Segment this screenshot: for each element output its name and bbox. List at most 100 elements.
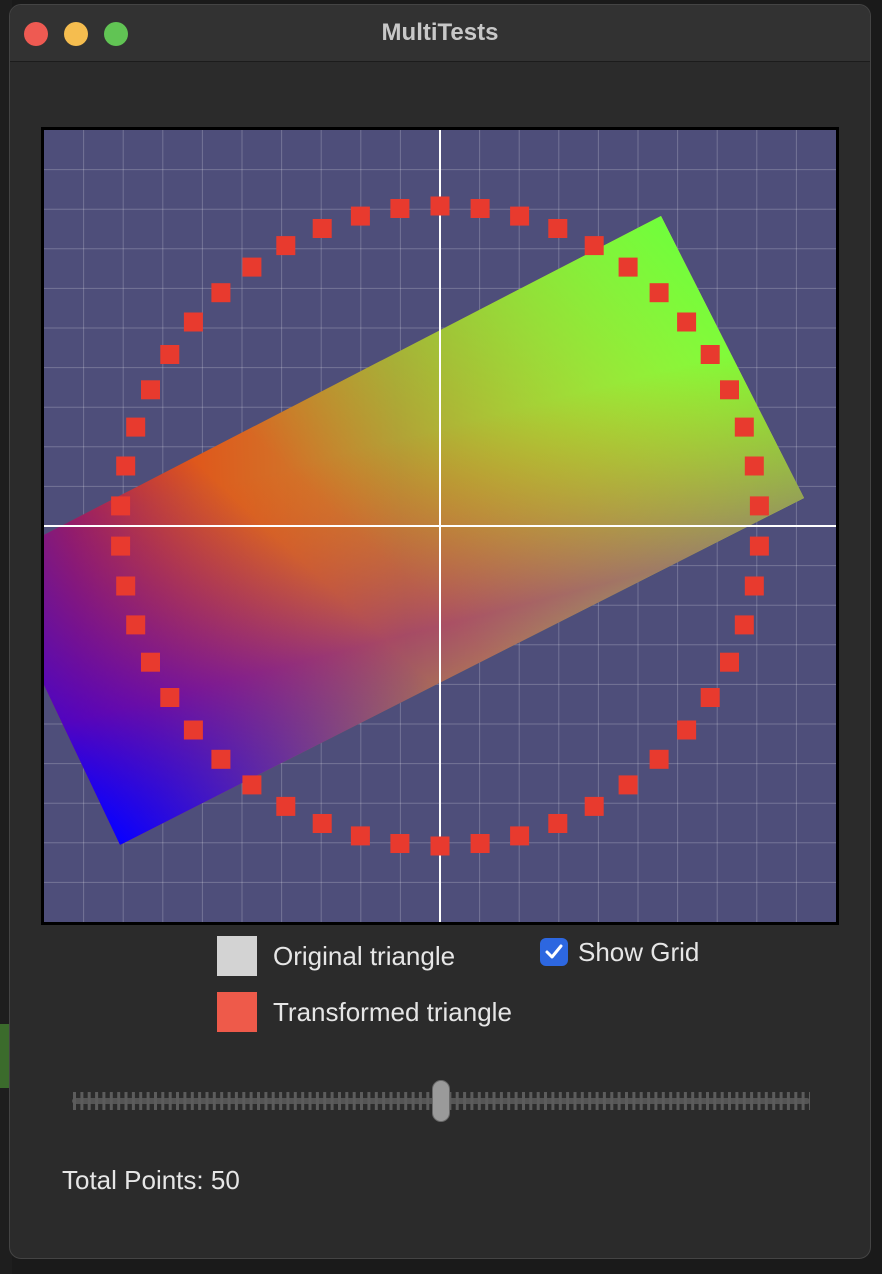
slider-tick — [242, 1092, 246, 1110]
slider-tick — [87, 1092, 91, 1110]
point-marker — [584, 236, 604, 256]
point-marker — [111, 496, 131, 516]
slider-tick — [154, 1092, 157, 1110]
slider-tick — [463, 1092, 467, 1110]
slider-tick — [131, 1092, 135, 1110]
slider-tick — [706, 1092, 709, 1110]
point-marker — [677, 312, 697, 332]
slider-tick — [271, 1092, 275, 1110]
slider-tick — [183, 1092, 187, 1110]
slider-tick — [323, 1092, 327, 1110]
slider-tick — [580, 1092, 584, 1110]
slider-tick — [389, 1092, 393, 1110]
transformed-swatch — [217, 992, 257, 1032]
slider-tick — [286, 1092, 290, 1110]
point-marker — [700, 345, 720, 364]
slider-tick — [477, 1092, 481, 1110]
slider-tick — [588, 1092, 592, 1110]
original-swatch — [217, 936, 257, 976]
point-marker — [141, 652, 160, 672]
transformed-label: Transformed triangle — [273, 996, 512, 1027]
point-marker — [749, 536, 769, 556]
slider-tick — [80, 1092, 84, 1110]
slider-tick — [293, 1092, 297, 1110]
slider-tick — [499, 1092, 503, 1110]
slider-tick — [757, 1092, 761, 1110]
slider-tick — [470, 1092, 474, 1110]
point-marker — [116, 456, 136, 476]
point-marker — [312, 814, 332, 833]
point-marker — [720, 380, 739, 400]
point-marker — [111, 536, 131, 556]
show-grid-label[interactable]: Show Grid — [578, 937, 699, 968]
point-marker — [510, 826, 530, 846]
slider-tick — [595, 1092, 599, 1110]
slider-tick — [404, 1092, 408, 1110]
point-marker — [242, 775, 262, 795]
point-marker — [141, 380, 160, 400]
slider-tick — [676, 1092, 680, 1110]
point-marker — [677, 720, 697, 740]
slider-tick — [713, 1092, 717, 1110]
point-marker — [649, 749, 669, 769]
slider-tick — [95, 1092, 99, 1110]
point-marker — [584, 796, 604, 816]
slider-tick — [109, 1092, 113, 1110]
slider-tick — [205, 1092, 209, 1110]
slider-tick — [492, 1092, 496, 1110]
point-marker — [211, 283, 231, 303]
slider-tick — [330, 1092, 334, 1110]
slider-thumb[interactable] — [432, 1080, 450, 1122]
slider-tick — [720, 1092, 724, 1110]
point-marker — [700, 688, 720, 707]
slider-tick — [190, 1092, 194, 1110]
slider-tick — [750, 1092, 754, 1110]
slider-tick — [602, 1092, 606, 1110]
slider-tick — [168, 1092, 172, 1110]
slider-tick — [544, 1092, 547, 1110]
window-title: MultiTests — [381, 19, 499, 46]
slider-tick — [573, 1092, 577, 1110]
slider-tick — [566, 1092, 570, 1110]
total-points-label: Total Points: 50 — [62, 1165, 240, 1195]
slider-tick — [639, 1092, 643, 1110]
point-marker — [183, 720, 203, 740]
slider-tick — [551, 1092, 555, 1110]
slider-tick — [411, 1092, 415, 1110]
slider-tick — [669, 1092, 673, 1110]
slider-tick — [352, 1092, 356, 1110]
slider-tick — [396, 1092, 400, 1110]
point-marker — [649, 283, 669, 303]
slider-tick — [308, 1092, 312, 1110]
slider-tick — [742, 1092, 746, 1110]
slider-tick — [257, 1092, 260, 1110]
slider-tick — [426, 1092, 430, 1110]
point-marker — [390, 834, 410, 853]
point-marker — [350, 206, 370, 226]
point-marker — [430, 836, 450, 856]
slider-tick — [485, 1092, 489, 1110]
point-marker — [744, 456, 764, 476]
slider-tick — [698, 1092, 702, 1110]
slider-tick — [779, 1092, 783, 1110]
point-marker — [470, 834, 490, 853]
point-marker — [720, 652, 739, 672]
plot-svg — [44, 130, 836, 922]
show-grid-checkbox[interactable] — [540, 938, 568, 966]
point-marker — [749, 496, 769, 516]
point-marker — [390, 199, 410, 218]
point-marker — [350, 826, 370, 846]
slider-tick — [617, 1092, 621, 1110]
multitests-window: MultiTests Original triangle Transformed… — [9, 4, 871, 1259]
slider-tick — [625, 1092, 628, 1110]
slider-tick — [249, 1092, 253, 1110]
slider-tick — [558, 1092, 562, 1110]
slider-tick — [73, 1092, 76, 1110]
slider-tick — [661, 1092, 665, 1110]
slider-tick — [338, 1092, 341, 1110]
point-marker — [548, 219, 568, 238]
slider-tick — [507, 1092, 511, 1110]
slider-tick — [764, 1092, 768, 1110]
checkmark-icon — [545, 944, 563, 959]
slider-tick — [367, 1092, 371, 1110]
